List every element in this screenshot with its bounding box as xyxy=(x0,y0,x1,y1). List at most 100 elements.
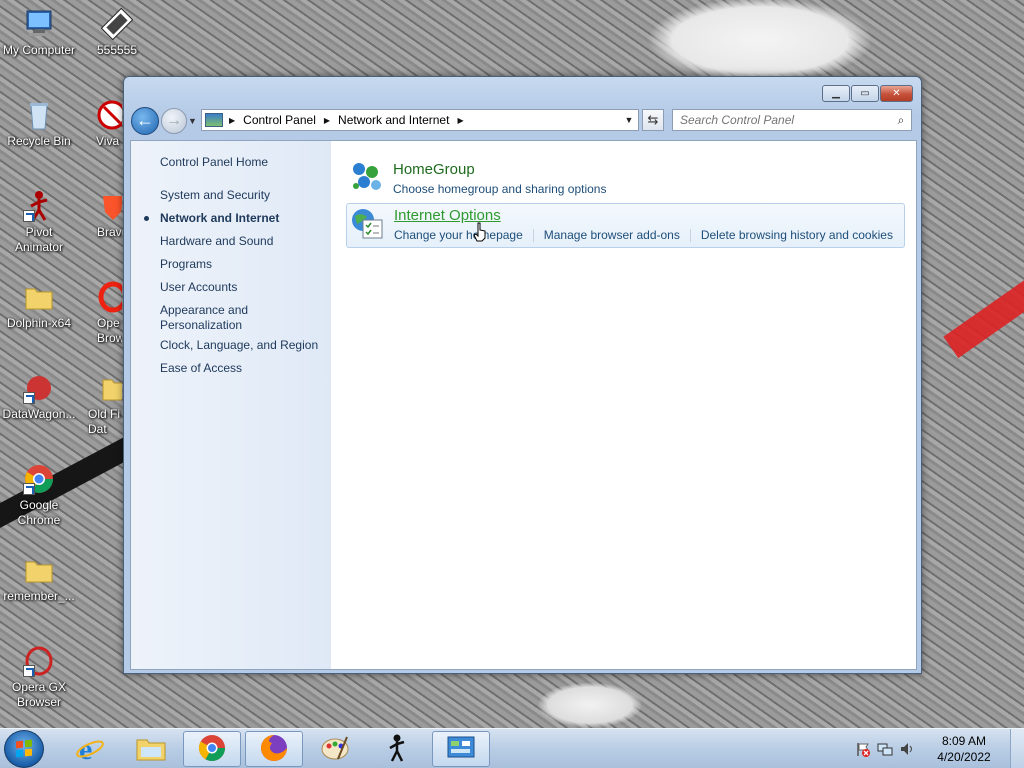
folder-icon xyxy=(23,281,55,313)
refresh-icon: ⇆ xyxy=(647,112,659,127)
taskbar-internet-explorer[interactable]: e xyxy=(61,731,119,767)
sidebar-item-programs[interactable]: Programs xyxy=(160,257,212,272)
recycle-bin-icon xyxy=(23,99,55,131)
sidebar-item-clock-language-region[interactable]: Clock, Language, and Region xyxy=(160,338,318,353)
search-box[interactable]: ⌕ xyxy=(672,109,912,131)
folder-icon xyxy=(100,372,122,404)
refresh-button[interactable]: ⇆ xyxy=(642,109,664,131)
breadcrumb-separator-icon[interactable]: ▶ xyxy=(229,116,235,125)
close-icon: ✕ xyxy=(892,88,901,99)
sidebar-item-network-and-internet: Network and Internet xyxy=(160,211,280,225)
control-panel-window: ▁ ▭ ✕ ← → ▼ ▶ Control Panel ▶ Network an… xyxy=(123,76,922,674)
taskbar-pivot-animator[interactable] xyxy=(368,731,426,767)
app-icon xyxy=(96,99,122,131)
film-strip-icon xyxy=(100,7,134,41)
desktop-icon-pivot-animator[interactable]: Pivot Animator xyxy=(0,190,78,255)
desktop-icon-555555[interactable]: 555555 xyxy=(78,7,156,58)
clock-time: 8:09 AM xyxy=(941,734,987,748)
sidebar-item-user-accounts[interactable]: User Accounts xyxy=(160,280,237,295)
choose-homegroup-link[interactable]: Choose homegroup and sharing options xyxy=(393,182,606,196)
desktop-icon-label: Ope Brow xyxy=(97,316,122,345)
content-area: Control Panel Home System and Security N… xyxy=(130,140,917,670)
breadcrumb-separator-icon[interactable]: ▶ xyxy=(324,116,330,125)
search-input[interactable] xyxy=(673,113,891,127)
taskbar-chrome[interactable] xyxy=(183,731,241,767)
stick-figure-icon xyxy=(23,190,55,222)
desktop-icon-opera[interactable]: Ope Brow xyxy=(76,281,122,346)
sidebar-item-ease-of-access[interactable]: Ease of Access xyxy=(160,361,242,376)
pivot-animator-icon xyxy=(382,733,412,766)
desktop-icon-label: Opera GX Browser xyxy=(11,680,67,709)
homegroup-title-link[interactable]: HomeGroup xyxy=(393,161,475,178)
taskbar-paint[interactable] xyxy=(306,731,364,767)
current-page-bullet xyxy=(144,216,149,221)
address-dropdown-icon[interactable]: ▼ xyxy=(620,115,638,125)
window-controls: ▁ ▭ ✕ xyxy=(822,85,913,102)
control-panel-icon xyxy=(446,735,476,764)
desktop-icon-label: My Computer xyxy=(2,43,76,57)
manage-add-ons-link[interactable]: Manage browser add-ons xyxy=(544,228,680,242)
desktop-icon-viva[interactable]: Viva xyxy=(76,99,122,149)
desktop-icon-label: 555555 xyxy=(96,43,138,57)
internet-explorer-icon: e xyxy=(75,733,105,766)
desktop-icon-label: Viva xyxy=(96,134,120,148)
desktop-icon-recycle-bin[interactable]: Recycle Bin xyxy=(0,99,78,149)
maximize-button[interactable]: ▭ xyxy=(851,85,879,102)
minimize-icon: ▁ xyxy=(832,88,840,99)
volume-icon[interactable] xyxy=(899,741,915,757)
forward-button[interactable]: → xyxy=(161,108,187,134)
desktop-icon-label: Dolphin-x64 xyxy=(6,316,72,330)
taskbar: e 8:09 AM 4/20/2022 xyxy=(0,728,1024,768)
close-button[interactable]: ✕ xyxy=(880,85,913,102)
opera-gx-icon xyxy=(23,645,55,677)
chrome-icon xyxy=(197,733,227,766)
taskbar-file-explorer[interactable] xyxy=(122,731,180,767)
search-icon[interactable]: ⌕ xyxy=(891,113,911,128)
desktop-icon-brave[interactable]: Brav xyxy=(76,190,122,240)
back-button[interactable]: ← xyxy=(131,107,159,135)
taskbar-control-panel[interactable] xyxy=(432,731,490,767)
firefox-icon xyxy=(259,733,289,766)
desktop-icon-label: Google Chrome xyxy=(17,498,61,527)
start-button[interactable] xyxy=(4,730,44,768)
desktop-icon-dolphin[interactable]: Dolphin-x64 xyxy=(0,281,78,331)
sidebar-item-control-panel-home[interactable]: Control Panel Home xyxy=(160,155,268,170)
desktop-icon-label: DataWagon... xyxy=(2,407,76,421)
breadcrumb-control-panel[interactable]: Control Panel xyxy=(243,113,316,127)
desktop-icon-datawagon[interactable]: DataWagon... xyxy=(0,372,78,422)
category-internet-options: Internet Options Change your homepage Ma… xyxy=(346,203,905,248)
desktop-icon-old-files[interactable]: Old Fi Dat xyxy=(76,372,122,437)
delete-history-link[interactable]: Delete browsing history and cookies xyxy=(701,228,893,242)
network-icon[interactable] xyxy=(877,741,893,757)
sidebar-item-appearance[interactable]: Appearance and Personalization xyxy=(160,303,270,333)
action-center-flag-icon[interactable] xyxy=(855,741,871,757)
desktop-icon-opera-gx[interactable]: Opera GX Browser xyxy=(0,645,78,710)
minimize-button[interactable]: ▁ xyxy=(822,85,850,102)
taskbar-clock[interactable]: 8:09 AM 4/20/2022 xyxy=(924,733,1004,765)
maximize-icon: ▭ xyxy=(860,88,870,99)
link-divider xyxy=(532,229,534,242)
show-desktop-button[interactable] xyxy=(1010,729,1024,768)
datawagon-icon xyxy=(23,372,55,404)
homegroup-icon xyxy=(349,160,383,192)
internet-options-icon xyxy=(350,208,384,240)
breadcrumb-network-and-internet[interactable]: Network and Internet xyxy=(338,113,449,127)
folder-icon xyxy=(23,554,55,586)
desktop-icon-label: Brav xyxy=(97,225,122,239)
desktop-icon-remember[interactable]: remember_... xyxy=(0,554,78,604)
sidebar: Control Panel Home System and Security N… xyxy=(131,141,331,669)
file-explorer-icon xyxy=(135,734,167,765)
back-arrow-icon: ← xyxy=(136,110,154,130)
change-homepage-link[interactable]: Change your homepage xyxy=(394,228,523,242)
breadcrumb-separator-icon[interactable]: ▶ xyxy=(457,116,463,125)
address-bar[interactable]: ▶ Control Panel ▶ Network and Internet ▶… xyxy=(201,109,639,131)
control-panel-icon xyxy=(205,113,223,127)
taskbar-firefox[interactable] xyxy=(245,731,303,767)
sidebar-item-hardware-and-sound[interactable]: Hardware and Sound xyxy=(160,234,273,249)
chevron-down-icon: ▼ xyxy=(188,116,197,126)
sidebar-item-system-and-security[interactable]: System and Security xyxy=(160,188,270,203)
recent-pages-dropdown[interactable]: ▼ xyxy=(188,116,197,126)
desktop-icon-google-chrome[interactable]: Google Chrome xyxy=(0,463,78,528)
desktop-icon-my-computer[interactable]: My Computer xyxy=(0,8,78,58)
category-homegroup: HomeGroup Choose homegroup and sharing o… xyxy=(346,156,905,198)
